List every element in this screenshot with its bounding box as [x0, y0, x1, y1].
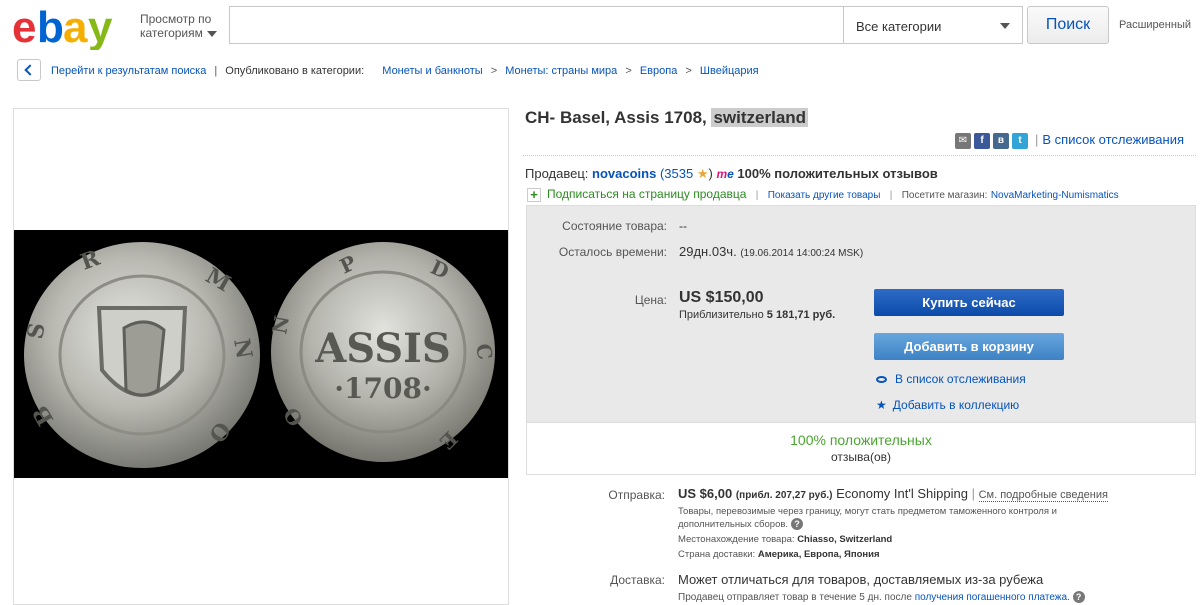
- item-location-value: Chiasso, Switzerland: [797, 534, 893, 545]
- browse-label-line1: Просмотр по: [140, 12, 212, 26]
- shipping-method: Economy Int'l Shipping: [836, 486, 968, 501]
- twitter-icon[interactable]: t: [1012, 132, 1028, 149]
- help-icon[interactable]: ?: [791, 518, 804, 531]
- seller-positive-feedback: 100% положительных отзывов: [737, 166, 938, 181]
- plus-icon[interactable]: +: [527, 187, 541, 202]
- seller-feedback-box: 100% положительных отзыва(ов): [527, 422, 1195, 474]
- browse-label-line2: категориям: [140, 26, 203, 40]
- search-input[interactable]: [229, 6, 843, 44]
- svg-text:b: b: [37, 4, 64, 50]
- condition-value: --: [679, 219, 687, 233]
- chevron-left-icon: [24, 64, 36, 76]
- published-in-label: Опубликовано в категории:: [225, 65, 365, 77]
- visit-store-label: Посетите магазин:: [901, 190, 988, 201]
- add-to-collection-link[interactable]: ★ Добавить в коллекцию: [876, 398, 1019, 412]
- item-title: CH- Basel, Assis 1708, switzerland: [525, 108, 809, 128]
- add-to-watchlist-link[interactable]: В список отслеживания: [876, 372, 1026, 386]
- item-title-main: CH- Basel, Assis 1708,: [525, 108, 712, 127]
- me-badge-icon[interactable]: me: [716, 167, 733, 181]
- item-location: Местонахождение товара: Chiasso, Switzer…: [678, 534, 893, 545]
- breadcrumb-item-coins-banknotes[interactable]: Монеты и банкноты: [382, 65, 482, 77]
- time-left-label: Осталось времени:: [558, 245, 667, 259]
- svg-text:y: y: [88, 4, 113, 50]
- follow-seller-link[interactable]: Подписаться на страницу продавца: [547, 187, 746, 201]
- shipping-approx: (прибл. 207,27 руб.): [735, 490, 833, 501]
- eye-icon: [876, 376, 887, 384]
- seller-feedback-score[interactable]: (3535: [660, 166, 693, 181]
- handling-note: Продавец отправляет товар в течение 5 дн…: [678, 591, 1085, 603]
- ships-to-value: Америка, Европа, Япония: [757, 549, 880, 560]
- add-to-cart-button[interactable]: Добавить в корзину: [874, 333, 1064, 360]
- advanced-search-link[interactable]: Расширенный: [1119, 19, 1191, 31]
- svg-text:e: e: [12, 4, 35, 50]
- ebay-logo[interactable]: e b a y: [12, 3, 132, 52]
- star-icon: ★: [876, 398, 887, 412]
- shipping-info: US $6,00 (прибл. 207,27 руб.) Economy In…: [678, 486, 1108, 502]
- separator: |: [214, 65, 218, 77]
- approx-price-value: 5 181,71 руб.: [766, 309, 836, 321]
- search-button[interactable]: Поиск: [1027, 6, 1109, 44]
- breadcrumb: Перейти к результатам поиска | Опубликов…: [17, 59, 1197, 83]
- vkontakte-icon[interactable]: в: [993, 132, 1009, 149]
- shipping-label: Отправка:: [608, 488, 665, 502]
- buy-box: Состояние товара: -- Осталось времени: 2…: [526, 205, 1196, 475]
- buy-now-button[interactable]: Купить сейчас: [874, 289, 1064, 316]
- breadcrumb-item-switzerland[interactable]: Швейцария: [700, 65, 759, 77]
- shipping-details-link[interactable]: См. подробные сведения: [978, 489, 1108, 502]
- svg-text:ASSIS: ASSIS: [314, 325, 451, 372]
- store-name-link[interactable]: NovaMarketing-Numismatics: [991, 190, 1119, 201]
- facebook-icon[interactable]: f: [974, 132, 990, 149]
- breadcrumb-item-world-coins[interactable]: Монеты: страны мира: [505, 65, 617, 77]
- delivery-text: Может отличаться для товаров, доставляем…: [678, 572, 1044, 587]
- chevron-down-icon: [206, 30, 217, 37]
- customs-note: Товары, перевозимые через границу, могут…: [678, 506, 1057, 531]
- condition-label: Состояние товара:: [562, 219, 667, 233]
- time-left: 29дн.03ч. (19.06.2014 14:00:24 MSK): [679, 244, 863, 259]
- svg-text:·1708·: ·1708·: [334, 372, 431, 405]
- site-header: e b a y Просмотр по категориям Все катег…: [0, 0, 1200, 55]
- back-button[interactable]: [17, 59, 41, 81]
- item-title-highlight: switzerland: [711, 108, 809, 127]
- approx-price: Приблизительно 5 181,71 руб.: [679, 309, 836, 321]
- item-image-panel[interactable]: R M N O B S ASSIS ·1708· P D C E O N: [13, 108, 509, 605]
- browse-categories-button[interactable]: Просмотр по категориям: [140, 12, 217, 40]
- seller-info: Продавец: novacoins (3535 ★) me 100% пол…: [525, 166, 938, 181]
- delivery-label: Доставка:: [610, 573, 665, 587]
- coin-reverse: ASSIS ·1708· P D C E O N: [267, 242, 497, 462]
- cleared-payment-link[interactable]: получения погашенного платежа.: [915, 592, 1070, 603]
- price-value: US $150,00: [679, 289, 764, 306]
- ships-to: Страна доставки: Америка, Европа, Япония: [678, 549, 880, 560]
- category-select-value: Все категории: [856, 19, 942, 34]
- seller-links: + Подписаться на страницу продавца | Пока…: [527, 187, 1119, 202]
- feedback-star-icon: ★: [696, 166, 709, 181]
- watch-list-link[interactable]: В список отслеживания: [1042, 132, 1184, 147]
- divider: [523, 155, 1196, 156]
- category-select[interactable]: Все категории: [843, 6, 1023, 44]
- feedback-percent: 100% положительных: [790, 432, 932, 448]
- share-row: ✉ f в t | В список отслеживания: [955, 132, 1184, 150]
- see-other-items-link[interactable]: Показать другие товары: [768, 190, 881, 201]
- price-label: Цена:: [634, 293, 667, 307]
- help-icon[interactable]: ?: [1072, 591, 1085, 603]
- seller-name-link[interactable]: novacoins: [592, 166, 656, 181]
- mail-icon[interactable]: ✉: [955, 132, 971, 149]
- seller-label: Продавец:: [525, 166, 589, 181]
- feedback-subtext: отзыва(ов): [831, 450, 891, 464]
- time-left-value: 29дн.03ч.: [679, 244, 737, 259]
- svg-text:a: a: [63, 4, 88, 50]
- chevron-down-icon: [1000, 23, 1010, 29]
- coin-obverse: R M N O B S: [22, 242, 260, 468]
- coin-photo[interactable]: R M N O B S ASSIS ·1708· P D C E O N: [14, 230, 508, 478]
- end-time: (19.06.2014 14:00:24 MSK): [740, 248, 864, 259]
- shipping-cost: US $6,00: [678, 486, 733, 501]
- back-to-results-link[interactable]: Перейти к результатам поиска: [51, 65, 206, 77]
- breadcrumb-item-europe[interactable]: Европа: [640, 65, 678, 77]
